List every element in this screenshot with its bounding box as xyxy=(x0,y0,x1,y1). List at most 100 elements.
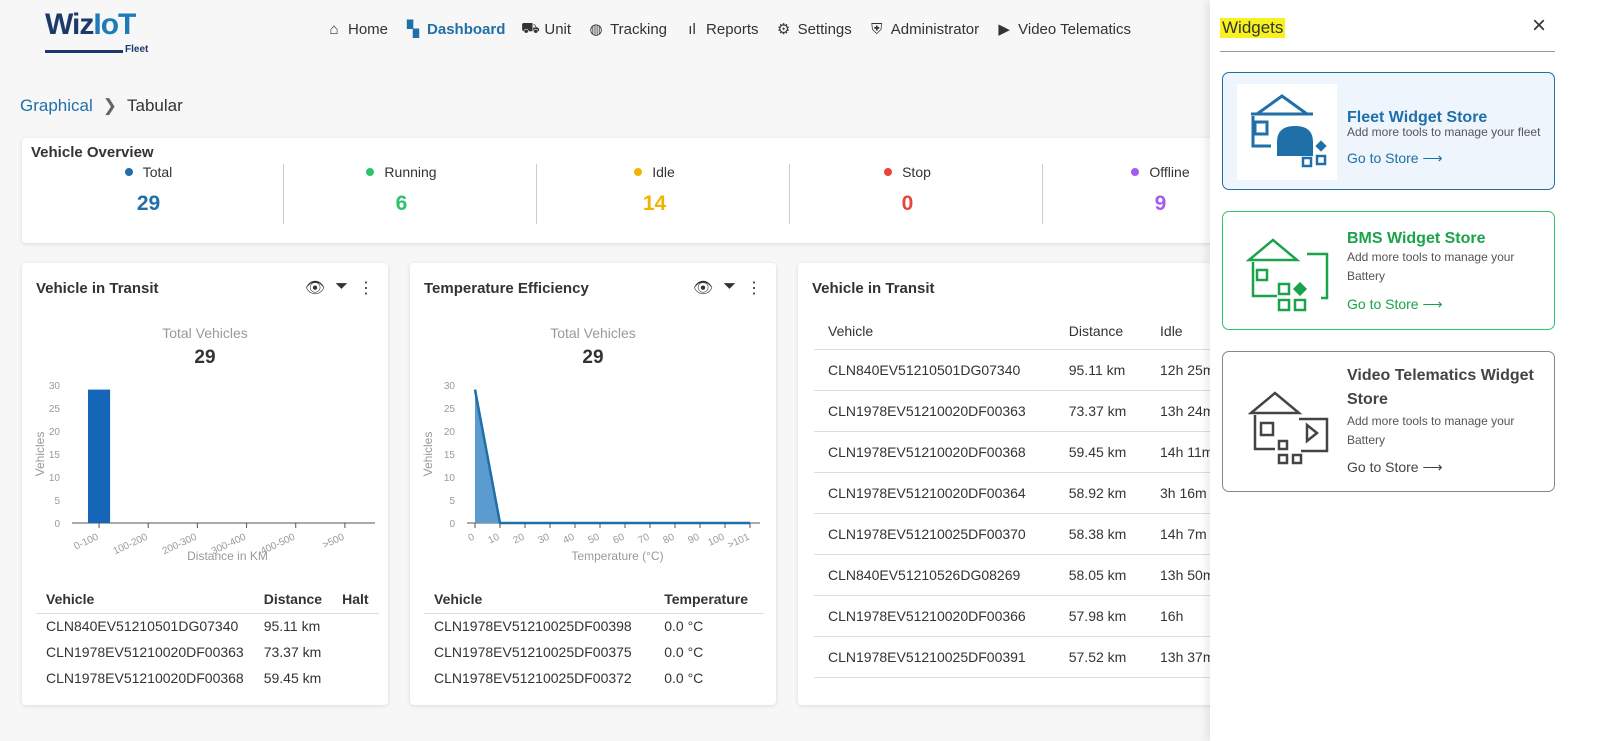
stat-total[interactable]: Total 29 xyxy=(22,164,275,216)
y-tick-label: 20 xyxy=(49,427,61,438)
column-header: Vehicle xyxy=(814,313,1055,350)
breadcrumb-graphical[interactable]: Graphical xyxy=(20,96,93,116)
stat-stop[interactable]: Stop 0 xyxy=(781,164,1034,216)
table-cell: CLN840EV51210526DG08269 xyxy=(814,554,1055,596)
total-value: 29 xyxy=(194,347,216,368)
x-tick-label: 100 xyxy=(706,532,726,549)
y-tick-label: 30 xyxy=(444,381,456,392)
table-cell: CLN1978EV51210025DF00375 xyxy=(434,644,632,660)
table-row[interactable]: CLN1978EV51210025DF00370 58.38 km 14h 7m xyxy=(814,513,1234,555)
table-row[interactable]: CLN840EV51210526DG08269 58.05 km 13h 50m xyxy=(814,554,1234,596)
table-row[interactable]: CLN1978EV51210020DF00368 59.45 km xyxy=(36,665,379,691)
overview-title: Vehicle Overview xyxy=(31,144,154,161)
nav-unit[interactable]: ⛟ Unit xyxy=(521,20,571,38)
table-cell: 57.98 km xyxy=(1054,595,1147,637)
table-row[interactable]: CLN1978EV51210020DF00366 57.98 km 16h xyxy=(814,595,1234,637)
unit-icon: ⛟ xyxy=(520,19,540,37)
table-row[interactable]: CLN1978EV51210025DF00391 57.52 km 13h 37m xyxy=(814,636,1234,678)
column-header: Vehicle xyxy=(424,585,655,614)
video-telematics-widget-store-card[interactable]: Video Telematics Widget Store Add more t… xyxy=(1222,351,1555,492)
nav-video-telematics[interactable]: ▶ Video Telematics xyxy=(995,20,1131,39)
table-cell: 73.37 km xyxy=(1054,390,1147,432)
nav-home[interactable]: ⌂ Home xyxy=(325,20,388,38)
bms-widget-store-card[interactable]: BMS Widget Store Add more tools to manag… xyxy=(1222,211,1555,330)
x-tick-label: 30 xyxy=(537,532,552,547)
go-to-store-link[interactable]: Go to Store ⟶ xyxy=(1347,459,1443,476)
widget-title: Vehicle in Transit xyxy=(812,280,935,297)
column-header: Temperature xyxy=(654,585,764,614)
nav-tracking[interactable]: ◍ Tracking xyxy=(587,20,668,39)
table-cell: 58.38 km xyxy=(1054,513,1147,555)
distance-chart: 0510152025300-100 100-200 200-300 300-400 40… xyxy=(33,381,375,563)
x-tick-label: 60 xyxy=(612,532,627,547)
y-tick-label: 20 xyxy=(444,427,456,438)
x-tick-label: 40 xyxy=(562,532,577,547)
x-axis-label: Temperature (°C) xyxy=(571,549,663,563)
panel-title: Widgets xyxy=(1220,18,1286,38)
transit-table: Vehicle Distance Halt CLN840EV51210501DG073… xyxy=(36,585,379,691)
status-dot-icon xyxy=(634,168,643,176)
table-cell: CLN1978EV51210020DF00363 xyxy=(814,390,1055,432)
table-cell: CLN1978EV51210020DF00363 xyxy=(46,644,244,660)
y-tick-label: 10 xyxy=(444,473,456,484)
y-tick-label: 25 xyxy=(444,404,456,415)
table-cell: CLN1978EV51210020DF00364 xyxy=(814,472,1055,514)
table-cell: CLN1978EV51210025DF00391 xyxy=(814,636,1055,678)
y-tick-label: 0 xyxy=(54,519,60,530)
close-icon[interactable]: × xyxy=(1532,12,1546,40)
breadcrumb-tabular[interactable]: Tabular xyxy=(127,96,183,116)
bms-store-icon xyxy=(1245,237,1329,311)
y-axis-label: Vehicles xyxy=(33,432,47,477)
table-cell: 0.0 °C xyxy=(664,644,704,660)
logo[interactable]: WizIoT Fleet xyxy=(45,8,170,55)
table-row[interactable]: CLN1978EV51210020DF00368 59.45 km 14h 11m xyxy=(814,431,1234,473)
table-cell: CLN1978EV51210025DF00370 xyxy=(814,513,1055,555)
nav-administrator[interactable]: ⛨ Administrator xyxy=(868,20,979,38)
table-row[interactable]: CLN1978EV51210020DF00364 58.92 km 3h 16m xyxy=(814,472,1234,514)
table-cell: CLN1978EV51210020DF00366 xyxy=(814,595,1055,637)
status-dot-icon xyxy=(884,168,893,176)
go-to-store-link[interactable]: Go to Store ⟶ xyxy=(1347,296,1443,313)
y-tick-label: 25 xyxy=(49,404,61,415)
nav-settings[interactable]: ⚙ Settings xyxy=(775,20,852,39)
column-header: Distance xyxy=(253,585,333,614)
y-tick-label: 5 xyxy=(449,496,455,507)
x-tick-label: 0-100 xyxy=(72,532,100,553)
table-row[interactable]: CLN840EV51210501DG07340 95.11 km 12h 25m xyxy=(814,349,1234,391)
table-row[interactable]: CLN1978EV51210020DF00363 73.37 km xyxy=(36,639,379,665)
bar xyxy=(88,389,111,523)
x-tick-label: >101 xyxy=(726,532,751,552)
x-tick-label: 50 xyxy=(587,532,602,547)
table-row[interactable]: CLN840EV51210501DG07340 95.11 km xyxy=(36,613,379,639)
y-tick-label: 0 xyxy=(449,519,455,530)
table-cell: 57.52 km xyxy=(1054,636,1147,678)
table-row[interactable]: CLN1978EV51210025DF00372 0.0 °C xyxy=(424,665,764,691)
transit-full-table: Vehicle Distance Idle CLN840EV51210501DG073… xyxy=(814,313,1234,678)
nav-dashboard[interactable]: ▚ Dashboard xyxy=(404,20,505,39)
table-row[interactable]: CLN1978EV51210025DF00398 0.0 °C xyxy=(424,613,764,639)
table-cell: 58.92 km xyxy=(1054,472,1147,514)
status-dot-icon xyxy=(366,168,375,176)
nav-reports[interactable]: ıl Reports xyxy=(683,20,758,38)
table-row[interactable]: CLN1978EV51210025DF00375 0.0 °C xyxy=(424,639,764,665)
globe-icon: ◍ xyxy=(589,21,603,38)
bar-chart-icon: ıl xyxy=(688,20,696,38)
vehicle-in-transit-widget: Vehicle in Transit 👁 ⏷ ⋮ Total Vehicles 29 … xyxy=(22,263,388,705)
home-icon: ⌂ xyxy=(329,20,339,38)
video-telematics-store-icon xyxy=(1247,390,1329,464)
stat-idle[interactable]: Idle 14 xyxy=(528,164,781,216)
vehicle-in-transit-table-widget: Vehicle in Transit Vehicle Distance Idle CL… xyxy=(798,263,1238,705)
table-row[interactable]: CLN1978EV51210020DF00363 73.37 km 13h 24m xyxy=(814,390,1234,432)
series-line xyxy=(473,389,750,525)
status-dot-icon xyxy=(124,168,133,176)
stat-running[interactable]: Running 6 xyxy=(275,164,528,216)
table-cell: CLN1978EV51210025DF00372 xyxy=(434,670,632,686)
x-tick-label: 10 xyxy=(487,532,502,547)
fleet-widget-store-card[interactable]: Fleet Widget Store Add more tools to man… xyxy=(1222,72,1555,190)
x-axis-label: Distance in KM xyxy=(187,549,268,563)
go-to-store-link[interactable]: Go to Store ⟶ xyxy=(1347,150,1443,167)
table-cell xyxy=(332,613,378,639)
y-tick-label: 30 xyxy=(49,381,61,392)
table-cell: 73.37 km xyxy=(263,644,322,660)
table-cell: CLN840EV51210501DG07340 xyxy=(814,349,1055,391)
